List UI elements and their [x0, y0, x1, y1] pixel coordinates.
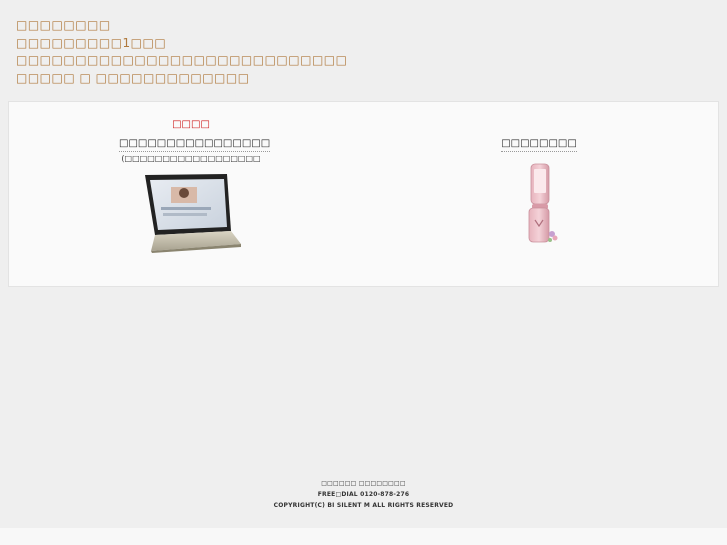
notice-text: □□□□□□□□ □□□□□□□□□1□□□ □□□□□□□□□□□□□□□□□… [16, 17, 347, 87]
footer-company: □□□□□□ □□□□□□□□ [321, 480, 406, 487]
laptop-icon[interactable] [141, 171, 241, 253]
footer: □□□□□□ □□□□□□□□ FREE□DIAL 0120-878-276 C… [0, 478, 727, 511]
mobile-site-link[interactable]: □□□□□□□□ [479, 118, 599, 252]
footer-freedial: FREE□DIAL 0120-878-276 [317, 491, 410, 498]
mobile-site-label[interactable]: □□□□□□□□ [501, 137, 577, 152]
pc-site-sublabel: (□□□□□□□□□□□□□□□□□□ [121, 154, 261, 163]
device-selection-panel: □□□□ □□□□□□□□□□□□□□□□ (□□□□□□□□□□□□□□□□□… [8, 101, 719, 287]
flip-phone-icon[interactable] [517, 162, 561, 252]
pc-site-label[interactable]: □□□□□□□□□□□□□□□□ [119, 137, 271, 152]
recommend-badge: □□□□ [172, 119, 210, 130]
bottom-strip [0, 528, 727, 545]
notice-line-4: □□□□□ □ □□□□□□□□□□□□□ [16, 70, 250, 85]
notice-line-3: □□□□□□□□□□□□□□□□□□□□□□□□□□□□ [16, 53, 348, 67]
notice-line-2: □□□□□□□□□1□□□ [16, 35, 167, 50]
notice-line-1: □□□□□□□□ [16, 18, 111, 32]
footer-copyright: COPYRIGHT(C) BI SILENT M ALL RIGHTS RESE… [273, 502, 454, 509]
pc-site-link[interactable]: □□□□ □□□□□□□□□□□□□□□□ (□□□□□□□□□□□□□□□□□… [119, 118, 271, 253]
